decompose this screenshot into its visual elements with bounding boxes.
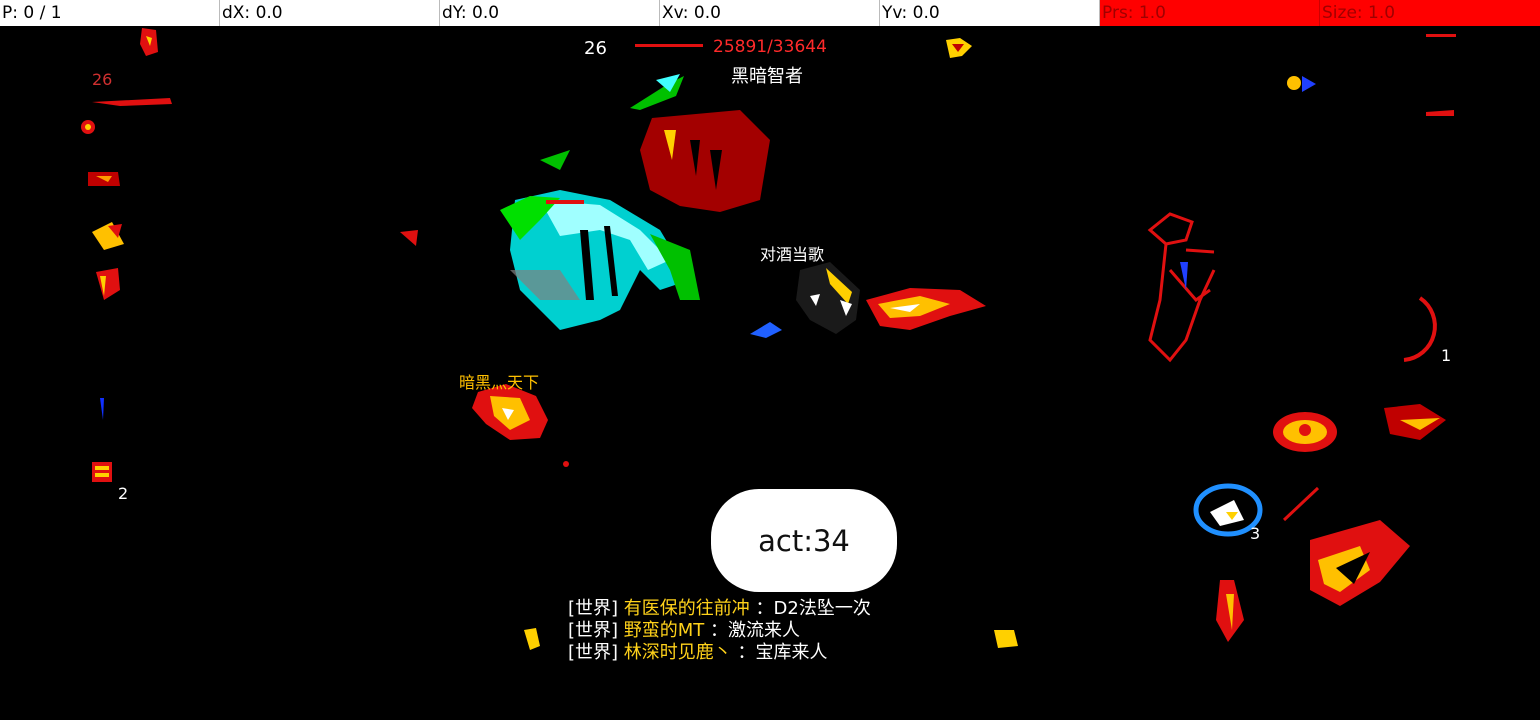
- act-label: act:34: [758, 523, 850, 558]
- skill-count-1: 1: [1441, 346, 1452, 365]
- touch-size: Size: 1.0: [1320, 0, 1540, 26]
- boss-sprite: [500, 74, 700, 330]
- pointer-debug-bar: P: 0 / 1 dX: 0.0 dY: 0.0 Xv: 0.0 Yv: 0.0…: [0, 0, 1540, 26]
- delta-y: dY: 0.0: [440, 0, 660, 26]
- npc-name[interactable]: 暗黑灬天下: [459, 369, 539, 393]
- skill-count-3: 3: [1250, 524, 1261, 543]
- velocity-x: Xv: 0.0: [660, 0, 880, 26]
- left-skill-icons: [81, 28, 172, 482]
- boss-level: 26: [584, 38, 607, 59]
- chat-user[interactable]: 野蛮的MT: [624, 620, 705, 641]
- boss-emblem: [946, 38, 972, 58]
- pointer-count: P: 0 / 1: [0, 0, 220, 26]
- left-level: 26: [92, 70, 113, 89]
- chat-message: ：激流来人: [710, 620, 801, 641]
- boss-name[interactable]: 黑暗智者: [731, 62, 803, 88]
- boss-hp-bar: [635, 44, 703, 47]
- velocity-y: Yv: 0.0: [880, 0, 1100, 26]
- chat-message: ：宝库来人: [737, 642, 828, 663]
- right-monster: [1147, 212, 1216, 363]
- player-sprite: [750, 262, 986, 338]
- chat-channel: [世界]: [568, 642, 619, 663]
- item-count: 2: [118, 484, 129, 503]
- boss-hp-text: 25891/33644: [713, 37, 827, 57]
- right-skill-icons: [1193, 34, 1456, 642]
- chat-line: [世界] 林深时见鹿丶 ：宝库来人: [568, 642, 871, 664]
- chat-line: [世界] 野蛮的MT ：激流来人: [568, 620, 871, 642]
- act-button[interactable]: act:34: [711, 489, 897, 592]
- chat-channel: [世界]: [568, 620, 619, 641]
- pressure: Prs: 1.0: [1100, 0, 1320, 26]
- chat-line: [世界] 有医保的往前冲 ：D2法坠一次: [568, 598, 871, 620]
- world-chat[interactable]: [世界] 有医保的往前冲 ：D2法坠一次 [世界] 野蛮的MT ：激流来人 [世…: [568, 598, 871, 664]
- player-name[interactable]: 对酒当歌: [760, 241, 824, 265]
- npc-sprite: [472, 384, 569, 467]
- chat-user[interactable]: 有医保的往前冲: [624, 598, 750, 619]
- chat-message: ：D2法坠一次: [755, 598, 871, 619]
- delta-x: dX: 0.0: [220, 0, 440, 26]
- chat-user[interactable]: 林深时见鹿丶: [624, 642, 732, 663]
- chat-channel: [世界]: [568, 598, 619, 619]
